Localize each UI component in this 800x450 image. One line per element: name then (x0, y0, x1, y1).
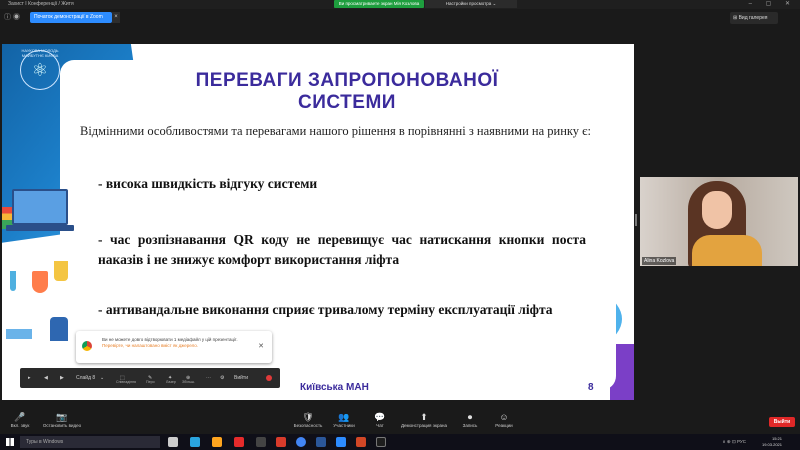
smiley-icon: ☺ (499, 412, 509, 422)
taskbar-search-input[interactable]: Туры в Windows (20, 436, 160, 448)
mute-button[interactable]: 🎤 Вкл. звук (0, 412, 40, 429)
share-screen-icon: ⬆ (420, 412, 428, 422)
participant-face (702, 191, 732, 229)
taskbar-clock[interactable]: 15:21 19.03.2021 (762, 436, 782, 448)
slide-page-number: 8 (588, 382, 594, 393)
share-status-pill[interactable]: Початок демонстрації в Zoom (30, 12, 112, 23)
reactions-button[interactable]: ☺ Реакции (484, 412, 524, 429)
close-icon[interactable]: ✕ (258, 342, 264, 350)
participants-button[interactable]: 👥 Участники (324, 412, 364, 429)
viewing-share-banner: Ви просматриваете экран Мія Козлова (334, 0, 424, 8)
gallery-view-button[interactable]: ⊞ Вид галерея (730, 12, 778, 24)
task-view-icon[interactable] (168, 437, 178, 447)
exit-show-button[interactable]: Вийти (234, 368, 248, 388)
window-title-bar: Захист I Конференції / Житя Ви просматри… (0, 0, 800, 9)
notification-link[interactable]: Перевірте, чи налаштовано вміст як джере… (102, 343, 198, 348)
slide-bullet: - антивандальне виконання сприяє тривало… (98, 302, 553, 317)
window-controls[interactable]: – ▢ ✕ (749, 0, 796, 9)
participant-video[interactable]: Alina Kozlova (640, 177, 798, 266)
zoom-icon[interactable] (336, 437, 346, 447)
pp-item-label: Перо (146, 380, 155, 384)
window-title: Захист I Конференції / Житя (8, 1, 74, 7)
share-bar: ⓘ ◉ Початок демонстрації в Zoom × ⊞ Вид … (0, 9, 800, 29)
previous-slide-icon[interactable]: ◀ (44, 368, 48, 388)
powerpoint-show-icon[interactable] (356, 437, 366, 447)
gear-icon[interactable]: ⚙ (220, 368, 224, 388)
chrome-icon (82, 341, 92, 351)
slide-title: ПЕРЕВАГИ ЗАПРОПОНОВАНОЇ СИСТЕМИ (195, 70, 499, 113)
microscope-icon (50, 317, 68, 341)
meeting-info-icon[interactable]: ⓘ ◉ (4, 12, 24, 23)
chrome-icon[interactable] (296, 437, 306, 447)
system-tray[interactable]: ∧ ⊕ ⊡ РУС (722, 439, 746, 445)
flask-icon (32, 271, 48, 293)
more-icon[interactable]: ⋯ (206, 368, 211, 388)
notification-text: Ви не можете довго відтворювати 1 медіаф… (102, 337, 238, 342)
test-tube-icon (10, 271, 16, 291)
app-icon[interactable] (256, 437, 266, 447)
windows-taskbar: Туры в Windows ∧ ⊕ ⊡ РУС 15:21 19.03.202… (0, 434, 800, 450)
slide-footer-text: Київська МАН (300, 382, 369, 393)
participant-shirt (692, 235, 762, 266)
share-pill-close-icon[interactable]: × (112, 12, 120, 23)
notification-message: Ви не можете довго відтворювати 1 медіаф… (102, 337, 252, 349)
shield-icon: 🛡 (302, 412, 314, 422)
app-icon[interactable] (376, 437, 386, 447)
slide-selector[interactable]: Слайд 8 (76, 368, 95, 388)
pp-item-label: Співпадіння (116, 380, 137, 384)
leave-meeting-button[interactable]: Выйти (769, 417, 795, 427)
camera-icon: 📷 (56, 412, 68, 422)
participants-icon: 👥 (338, 412, 350, 422)
media-notification: Ви не можете довго відтворювати 1 медіаф… (76, 331, 272, 363)
security-button[interactable]: 🛡 Безопасность (288, 412, 328, 429)
windows-start-icon[interactable] (6, 438, 14, 446)
splitter-handle[interactable] (635, 214, 637, 226)
beaker-icon (54, 261, 68, 281)
pp-item-label: Лазер (166, 380, 176, 384)
view-options-button[interactable]: Настройки просмотра ⌄ (425, 0, 517, 8)
clock-date: 19.03.2021 (761, 442, 782, 447)
laptop-base (6, 225, 74, 231)
pp-item-label: Збільш. (182, 380, 195, 384)
pointer-icon[interactable]: ⬚ (120, 368, 125, 388)
chevron-down-icon[interactable]: ⌄ (100, 368, 104, 388)
meeting-toolbar: 🎤 Вкл. звук 📷 Остановить видео 🛡 Безопас… (0, 410, 800, 434)
microphone-icon: 🎤 (14, 412, 26, 422)
word-icon[interactable] (316, 437, 326, 447)
powerpoint-icon[interactable] (276, 437, 286, 447)
slide-bullet: - висока швидкість відгуку системи (98, 176, 318, 191)
chat-icon: 💬 (374, 412, 386, 422)
stop-video-button[interactable]: 📷 Остановить видео (42, 412, 82, 429)
zoom-icon[interactable]: ⊕ (186, 368, 190, 388)
opera-icon[interactable] (234, 437, 244, 447)
explorer-icon[interactable] (212, 437, 222, 447)
telegram-icon[interactable] (190, 437, 200, 447)
slide-intro: Відмінними особливостями та перевагами н… (80, 124, 592, 138)
slide-bullet: - час розпізнавання QR коду не перевищує… (98, 232, 586, 267)
logo-caption: НАУКОВА МОЛОДЬ МАЙБУТНЄ КИЄВА (21, 48, 59, 58)
tube-rack-icon (6, 329, 32, 339)
laser-icon[interactable]: ✦ (168, 368, 172, 388)
presentation-control-bar: ▸ ◀ ▶ Слайд 8 ⌄ ⬚ Співпадіння ✎ Перо ✦ Л… (20, 368, 280, 388)
participant-name: Alina Kozlova (642, 257, 677, 265)
pen-icon[interactable]: ✎ (148, 368, 152, 388)
laptop-icon (12, 189, 68, 225)
next-slide-icon[interactable]: ▶ (60, 368, 64, 388)
screen: Захист I Конференції / Житя Ви просматри… (0, 0, 800, 450)
menu-icon[interactable]: ▸ (28, 368, 31, 388)
record-icon[interactable] (266, 375, 272, 381)
share-screen-button[interactable]: ⬆ Демонстрация экрана (400, 412, 448, 429)
chat-button[interactable]: 💬 Чат (360, 412, 400, 429)
lab-illustration (2, 179, 80, 359)
